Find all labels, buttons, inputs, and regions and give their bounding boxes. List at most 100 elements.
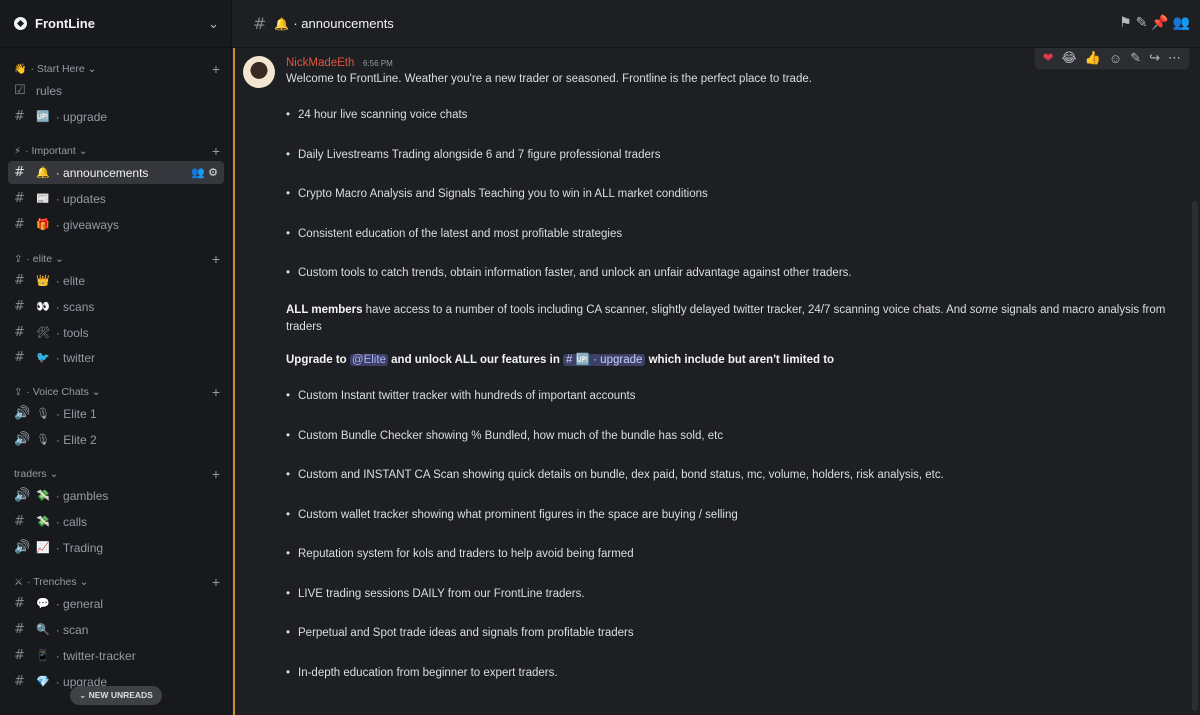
list-item: Perpetual and Spot trade ideas and signa… xyxy=(286,627,1166,639)
list-item: Reputation system for kols and traders t… xyxy=(286,548,1166,560)
microphone-icon: 🎙 xyxy=(36,408,50,420)
server-logo-icon xyxy=(14,17,27,30)
avatar[interactable] xyxy=(243,56,275,88)
hashtag-icon: # xyxy=(14,350,25,365)
channel-calls[interactable]: # 💸 · calls xyxy=(8,510,224,533)
category-traders[interactable]: traders ⌄ + xyxy=(0,465,231,483)
bird-icon: 🐦 xyxy=(36,352,50,364)
list-item: Daily Livestreams Trading alongside 6 an… xyxy=(286,149,1166,161)
server-name: FrontLine xyxy=(35,16,95,31)
swords-icon: ⚔ xyxy=(14,576,23,588)
role-mention[interactable]: @Elite xyxy=(349,354,388,366)
server-header[interactable]: FrontLine ⌄ xyxy=(0,0,231,48)
laugh-reaction-icon[interactable]: 😂 xyxy=(1062,50,1077,66)
channel-updates[interactable]: # 📰 · updates xyxy=(8,187,224,210)
up-icon: 🆙 xyxy=(36,111,50,123)
channel-mention-upgrade[interactable]: # 🆙 · upgrade xyxy=(563,354,646,366)
channel-elite[interactable]: # 👑 · elite xyxy=(8,269,224,292)
message-actions-bar[interactable]: ❤ 😂 👍 ☺ ✎ ↪ ⋯ xyxy=(1033,48,1190,70)
channel-scan[interactable]: # 🔍 · scan xyxy=(8,618,224,641)
bell-icon: 🔔 xyxy=(274,16,290,31)
chart-icon: 📈 xyxy=(36,542,50,554)
list-item: Custom Instant twitter tracker with hund… xyxy=(286,390,1166,402)
invite-settings-icons[interactable]: 👥 ⚙ xyxy=(191,166,218,179)
diamond-icon: 💎 xyxy=(36,676,50,688)
edit-icon[interactable]: ✎ xyxy=(1130,50,1141,66)
add-channel-icon[interactable]: + xyxy=(212,466,220,482)
hashtag-icon: # xyxy=(14,191,25,206)
channel-twitter-tracker[interactable]: # 📱 · twitter-tracker xyxy=(8,644,224,667)
channel-header: # 🔔 · announcements ⚑ ✎ 📌 👥 xyxy=(233,0,1200,48)
message-area: NickMadeEth 6:56 PM Welcome to FrontLine… xyxy=(233,48,1200,715)
boost-icon: ⇪ xyxy=(14,386,23,398)
money-icon: 💸 xyxy=(36,490,50,502)
add-reaction-icon[interactable]: ☺ xyxy=(1109,51,1122,66)
hashtag-icon: # xyxy=(14,217,25,232)
category-trenches[interactable]: ⚔ · Trenches ⌄ + xyxy=(0,573,231,591)
hashtag-icon: # xyxy=(14,622,25,637)
hashtag-icon: # xyxy=(14,109,25,124)
bell-icon: 🔔 xyxy=(36,167,50,179)
channel-elite-1[interactable]: 🔊 🎙 · Elite 1 xyxy=(8,402,224,425)
channel-upgrade[interactable]: # 🆙 · upgrade xyxy=(8,105,224,128)
list-item: Custom Bundle Checker showing % Bundled,… xyxy=(286,430,1166,442)
scrollbar[interactable] xyxy=(1192,201,1198,711)
channel-trading[interactable]: 🔊 📈 · Trading xyxy=(8,536,224,559)
speaker-icon: 🔊 xyxy=(14,406,31,421)
list-item: Custom tools to catch trends, obtain inf… xyxy=(286,267,1166,279)
channel-announcements[interactable]: # 🔔 · announcements 👥 ⚙ xyxy=(8,161,224,184)
add-channel-icon[interactable]: + xyxy=(212,61,220,77)
category-start-here[interactable]: 👋 · Start Here ⌄ + xyxy=(0,60,231,78)
magnifier-icon: 🔍 xyxy=(36,624,50,636)
add-channel-icon[interactable]: + xyxy=(212,384,220,400)
channel-twitter[interactable]: # 🐦 · twitter xyxy=(8,346,224,369)
category-voice-chats[interactable]: ⇪ · Voice Chats ⌄ + xyxy=(0,383,231,401)
channel-gambles[interactable]: 🔊 💸 · gambles xyxy=(8,484,224,507)
heart-reaction-icon[interactable]: ❤ xyxy=(1043,50,1054,66)
channel-giveaways[interactable]: # 🎁 · giveaways xyxy=(8,213,224,236)
category-important[interactable]: ⚡ · Important ⌄ + xyxy=(0,142,231,160)
rules-checkbox-icon: ☑ xyxy=(14,83,26,98)
list-item: Consistent education of the latest and m… xyxy=(286,228,1166,240)
gift-icon: 🎁 xyxy=(36,219,50,231)
hashtag-icon: # xyxy=(253,14,267,33)
channel-rules[interactable]: ☑ rules xyxy=(8,79,224,102)
hashtag-icon: # xyxy=(14,273,25,288)
channel-title: · announcements xyxy=(293,16,394,31)
new-messages-divider xyxy=(233,48,235,715)
chevron-down-icon[interactable]: ⌄ xyxy=(208,16,219,32)
list-item: In-depth education from beginner to expe… xyxy=(286,667,1166,679)
message-timestamp: 6:56 PM xyxy=(363,59,393,68)
crown-icon: 👑 xyxy=(36,275,50,287)
more-icon[interactable]: ⋯ xyxy=(1168,50,1181,66)
speech-bubble-icon: 💬 xyxy=(36,598,50,610)
add-channel-icon[interactable]: + xyxy=(212,251,220,267)
upgrade-paragraph: Upgrade to @Elite and unlock ALL our fea… xyxy=(286,354,835,366)
speaker-icon: 🔊 xyxy=(14,432,31,447)
channel-sidebar: FrontLine ⌄ 👋 · Start Here ⌄ + ⚡ · Impor… xyxy=(0,0,232,715)
channel-general[interactable]: # 💬 · general xyxy=(8,592,224,615)
channel-elite-2[interactable]: 🔊 🎙 · Elite 2 xyxy=(8,428,224,451)
hashtag-icon: # xyxy=(14,165,25,180)
speaker-icon: 🔊 xyxy=(14,488,31,503)
microphone-icon: 🎙 xyxy=(36,434,50,446)
speaker-icon: 🔊 xyxy=(14,540,31,555)
new-unreads-button[interactable]: ⌄ NEW UNREADS xyxy=(70,686,162,705)
channel-tools[interactable]: # 🛠 · tools xyxy=(8,321,224,344)
thumbs-up-reaction-icon[interactable]: 👍 xyxy=(1085,50,1101,66)
newspaper-icon: 📰 xyxy=(36,193,50,205)
boost-icon: ⇪ xyxy=(14,253,23,265)
add-channel-icon[interactable]: + xyxy=(212,143,220,159)
hashtag-icon: # xyxy=(14,325,25,340)
forward-icon[interactable]: ↪ xyxy=(1149,50,1160,66)
lightning-icon: ⚡ xyxy=(14,145,22,157)
message-author[interactable]: NickMadeEth xyxy=(286,57,354,69)
add-channel-icon[interactable]: + xyxy=(212,574,220,590)
channel-scans[interactable]: # 👀 · scans xyxy=(8,295,224,318)
message-intro: Welcome to FrontLine. Weather you're a n… xyxy=(286,73,812,85)
category-elite[interactable]: ⇪ · elite ⌄ + xyxy=(0,250,231,268)
header-toolbar-icons[interactable]: ⚑ ✎ 📌 👥 xyxy=(1119,14,1190,31)
list-item: Custom wallet tracker showing what promi… xyxy=(286,509,1166,521)
list-item: Crypto Macro Analysis and Signals Teachi… xyxy=(286,188,1166,200)
wave-icon: 👋 xyxy=(14,63,27,75)
